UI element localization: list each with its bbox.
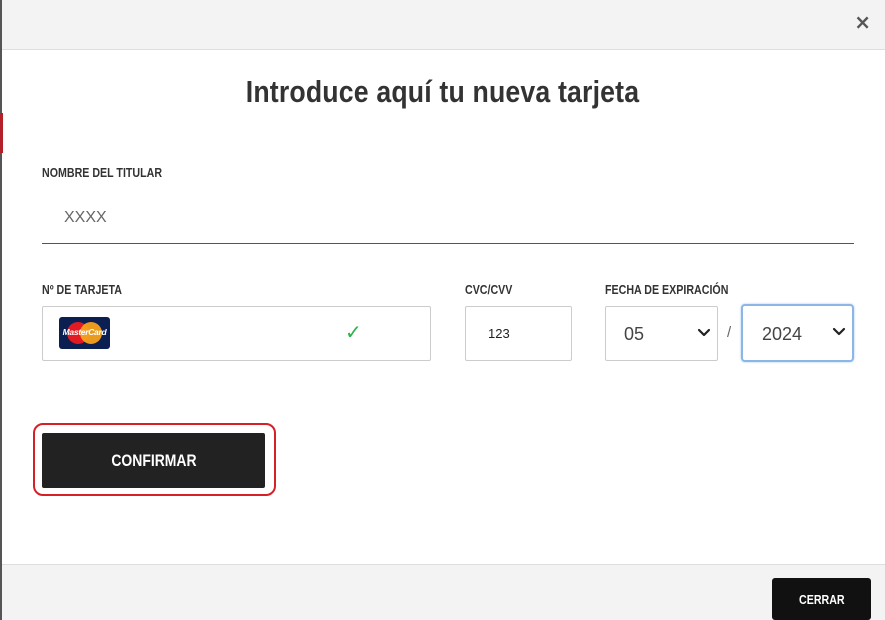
background-accent [0, 113, 3, 153]
modal-header: × [2, 0, 885, 50]
close-icon[interactable]: × [854, 10, 871, 34]
window-edge [0, 0, 2, 620]
expiry-label: FECHA DE EXPIRACIÓN [605, 282, 729, 297]
card-brand-text: MasterCard [62, 327, 107, 337]
expiry-separator: / [727, 324, 732, 341]
expiry-month-select[interactable]: 05 [605, 306, 718, 361]
modal-footer [2, 564, 885, 620]
close-button[interactable]: CERRAR [772, 578, 871, 620]
expiry-month-value: 05 [624, 324, 645, 344]
checkmark-icon: ✓ [345, 320, 362, 344]
confirm-button-label: CONFIRMAR [110, 450, 197, 470]
card-number-label: Nº DE TARJETA [42, 282, 122, 297]
chevron-down-icon [832, 327, 846, 336]
confirm-button[interactable]: CONFIRMAR [42, 433, 265, 488]
holder-name-label: NOMBRE DEL TITULAR [42, 165, 163, 180]
expiry-year-select[interactable]: 2024 [741, 304, 854, 362]
expiry-year-value: 2024 [762, 324, 803, 344]
card-number-field[interactable]: MasterCard ✓ [42, 306, 431, 361]
cvc-input[interactable] [465, 306, 572, 361]
close-button-label: CERRAR [798, 591, 845, 607]
chevron-down-icon [697, 328, 711, 337]
holder-name-input[interactable] [42, 193, 854, 244]
modal-title: Introduce aquí tu nueva tarjeta [245, 74, 640, 109]
mastercard-icon: MasterCard [59, 317, 110, 349]
cvc-label: CVC/CVV [465, 282, 513, 297]
